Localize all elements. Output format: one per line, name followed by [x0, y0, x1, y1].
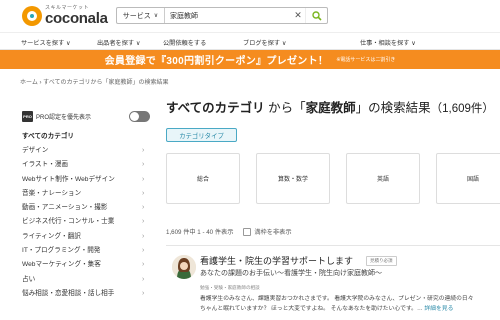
- nav-item-blogs[interactable]: ブログを探す ∨: [243, 38, 286, 47]
- nav-item-post-request[interactable]: 公開依頼をする: [163, 38, 206, 47]
- pro-priority-filter: PRO PRO認定を優先表示: [22, 110, 152, 122]
- sidebar-item-label: ライティング・翻訳: [22, 232, 81, 240]
- sidebar-item-business[interactable]: ビジネス代行・コンサル・士業 ›: [22, 215, 152, 229]
- chevron-right-icon: ›: [142, 218, 145, 226]
- quote-required-badge: 見積り必須: [366, 256, 397, 266]
- sidebar-item-illustration[interactable]: イラスト・漫画 ›: [22, 158, 152, 172]
- listing-detail-link[interactable]: 詳細を見る: [424, 306, 453, 312]
- title-category: すべてのカテゴリ: [166, 101, 265, 115]
- category-card-math[interactable]: 算数・数学: [256, 153, 330, 204]
- category-card-japanese[interactable]: 国語: [436, 153, 500, 204]
- sidebar-item-label: 動画・アニメーション・撮影: [22, 204, 108, 212]
- sidebar-item-label: IT・プログラミング・開発: [22, 247, 101, 255]
- chevron-right-icon: ›: [142, 161, 145, 169]
- nav-item-services[interactable]: サービスを探す ∨: [21, 38, 71, 47]
- chevron-right-icon: ›: [142, 204, 145, 212]
- sidebar-item-fortune[interactable]: 占い ›: [22, 273, 152, 287]
- sidebar-item-label: 音楽・ナレーション: [22, 189, 82, 197]
- sidebar-item-web-design[interactable]: Webサイト制作・Webデザイン ›: [22, 173, 152, 187]
- sidebar-item-label: 占い: [22, 275, 36, 283]
- chevron-right-icon: ›: [142, 247, 145, 255]
- category-type-tab[interactable]: カテゴリタイプ: [166, 128, 237, 142]
- category-sidebar: PRO PRO認定を優先表示 すべてのカテゴリ デザイン › イラスト・漫画 › W…: [22, 110, 152, 301]
- pro-priority-label: PRO認定を優先表示: [36, 114, 92, 121]
- sidebar-item-music[interactable]: 音楽・ナレーション ›: [22, 187, 152, 201]
- search-input[interactable]: [165, 8, 291, 23]
- pro-badge-icon: PRO: [22, 110, 33, 122]
- breadcrumb[interactable]: ホーム › すべてのカテゴリから「家庭教師」の検索結果: [20, 77, 169, 86]
- nav-item-sellers[interactable]: 出品者を探す ∨: [97, 38, 140, 47]
- nav-item-jobs[interactable]: 仕事・相談を探す ∨: [360, 38, 416, 47]
- avatar-illustration-icon: [172, 255, 196, 279]
- hide-full-checkbox[interactable]: [243, 227, 252, 236]
- banner-headline: 会員登録で『300円割引クーポン』プレゼント！: [104, 56, 329, 67]
- listing-description-text: ちゃんと眠れていますか？ ほっと大変ですよね。 そんなあなたを助けたい心です。…: [200, 305, 423, 312]
- chevron-right-icon: ›: [142, 232, 145, 240]
- chevron-right-icon: ›: [142, 189, 145, 197]
- search-button[interactable]: [305, 8, 327, 23]
- hide-full-label[interactable]: 満枠を非表示: [254, 227, 291, 236]
- sidebar-item-all[interactable]: すべてのカテゴリ: [22, 130, 152, 144]
- search-bar: サービス ∨ ✕: [116, 7, 328, 24]
- sidebar-item-design[interactable]: デザイン ›: [22, 144, 152, 158]
- result-count-row: 1,609 件中 1 - 40 件表示 満枠を非表示: [166, 227, 292, 236]
- category-type-cards: 総合 算数・数学 英語 国語: [166, 153, 500, 204]
- main-nav: サービスを探す ∨ 出品者を探す ∨ 公開依頼をする ブログを探す ∨ 仕事・相…: [0, 32, 500, 50]
- sidebar-item-label: イラスト・漫画: [22, 161, 69, 169]
- pro-priority-toggle[interactable]: [129, 111, 150, 122]
- listing-category: 勉強・受験・家庭教師の相談: [200, 285, 260, 290]
- sidebar-item-marketing[interactable]: Webマーケティング・集客 ›: [22, 258, 152, 272]
- sidebar-item-writing[interactable]: ライティング・翻訳 ›: [22, 230, 152, 244]
- chevron-right-icon: ›: [142, 275, 145, 283]
- site-header: スキルマーケット coconala サービス ∨ ✕: [0, 0, 500, 32]
- sidebar-item-label: デザイン: [22, 147, 49, 154]
- chevron-right-icon: ›: [142, 261, 145, 269]
- title-connector: から「: [264, 101, 306, 115]
- sidebar-item-label: ビジネス代行・コンサル・士業: [22, 218, 115, 226]
- chevron-right-icon: ›: [142, 175, 145, 183]
- result-count: 1,609 件中 1 - 40 件表示: [166, 229, 234, 236]
- coconala-logo[interactable]: スキルマーケット coconala: [22, 6, 108, 26]
- sidebar-item-it[interactable]: IT・プログラミング・開発 ›: [22, 244, 152, 258]
- sidebar-item-counseling[interactable]: 悩み相談・恋愛相談・話し相手 ›: [22, 287, 152, 301]
- logo-wordmark: coconala: [45, 10, 108, 27]
- title-suffix: 」の検索結果: [355, 101, 431, 115]
- title-keyword: 家庭教師: [305, 101, 356, 115]
- sidebar-item-label: Webマーケティング・集客: [22, 261, 101, 269]
- category-card-english[interactable]: 英語: [346, 153, 420, 204]
- search-icon: [311, 10, 322, 21]
- chevron-right-icon: ›: [142, 147, 145, 154]
- seller-avatar[interactable]: [172, 255, 196, 279]
- chevron-down-icon: ∨: [153, 13, 159, 19]
- listing-subtitle: あなたの課題のお手伝い〜看護学生・院生向け家庭教師〜: [200, 270, 382, 277]
- sidebar-item-label: 悩み相談・恋愛相談・話し相手: [22, 289, 115, 297]
- search-category-label: サービス: [122, 12, 151, 20]
- page-title: すべてのカテゴリ から「家庭教師」の検索結果（1,609件）: [166, 97, 494, 116]
- sidebar-item-label: Webサイト制作・Webデザイン: [22, 175, 115, 183]
- chevron-right-icon: ›: [142, 289, 145, 297]
- divider: [166, 245, 500, 246]
- signup-coupon-banner[interactable]: 会員登録で『300円割引クーポン』プレゼント！ ※電話サービスは二割引き: [0, 50, 500, 69]
- clear-icon[interactable]: ✕: [291, 10, 305, 21]
- category-card-general[interactable]: 総合: [166, 153, 240, 204]
- listing-title[interactable]: 看護学生・院生の学習サポートします: [200, 254, 353, 267]
- search-category-select[interactable]: サービス ∨: [117, 8, 165, 23]
- listing-description-line: 看護学生のみなさん、課題実習おつかれさまです。 看護大学院のみなさん、プレゼン・…: [200, 296, 474, 302]
- banner-note: ※電話サービスは二割引き: [336, 57, 396, 63]
- listing-description: 看護学生のみなさん、課題実習おつかれさまです。 看護大学院のみなさん、プレゼン・…: [200, 295, 500, 314]
- logo-mark-icon: [22, 6, 42, 26]
- listing-description-line-2: ちゃんと眠れていますか？ ほっと大変ですよね。 そんなあなたを助けたい心です。……: [200, 305, 500, 315]
- sidebar-item-video[interactable]: 動画・アニメーション・撮影 ›: [22, 201, 152, 215]
- title-count: （1,609件）: [430, 103, 494, 115]
